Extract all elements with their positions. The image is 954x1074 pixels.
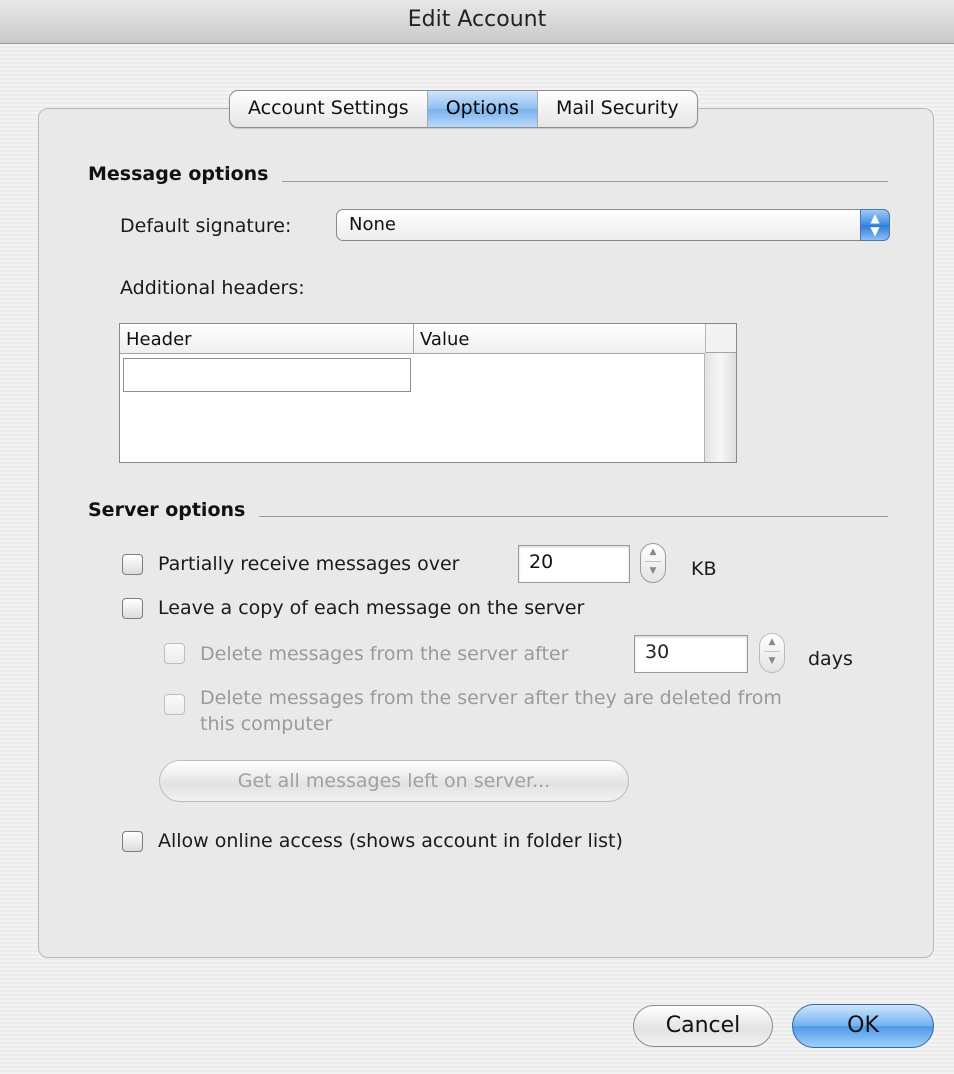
- tab-bar: Account Settings Options Mail Security: [229, 90, 698, 128]
- cancel-button[interactable]: Cancel: [633, 1005, 773, 1047]
- column-header-header[interactable]: Header: [126, 329, 192, 350]
- delete-when-deleted-label-line2: this computer: [200, 713, 333, 735]
- leave-copy-label: Leave a copy of each message on the serv…: [158, 597, 585, 619]
- delete-after-days-unit: days: [808, 648, 853, 670]
- ok-button[interactable]: OK: [792, 1004, 934, 1048]
- stepper-down-icon[interactable]: ▼: [641, 563, 665, 579]
- default-signature-value: None: [349, 214, 396, 235]
- window-title: Edit Account: [407, 7, 547, 32]
- default-signature-label: Default signature:: [120, 215, 292, 237]
- popup-arrows-icon: ▲ ▼: [860, 209, 890, 241]
- headers-table[interactable]: Header Value: [119, 323, 737, 463]
- partial-receive-size-input[interactable]: 20: [518, 545, 630, 583]
- server-options-heading: Server options: [88, 499, 260, 521]
- leave-copy-checkbox[interactable]: [122, 598, 143, 619]
- table-corner: [705, 324, 736, 353]
- partial-receive-unit: KB: [691, 558, 717, 580]
- get-all-messages-button[interactable]: Get all messages left on server...: [159, 760, 629, 802]
- partial-receive-label: Partially receive messages over: [158, 553, 460, 575]
- delete-when-deleted-label-line1: Delete messages from the server after th…: [200, 687, 782, 709]
- delete-after-days-label: Delete messages from the server after: [200, 643, 569, 665]
- tab-options[interactable]: Options: [427, 91, 538, 127]
- stepper-up-icon[interactable]: ▲: [641, 544, 665, 560]
- additional-headers-label: Additional headers:: [120, 277, 305, 299]
- delete-after-days-checkbox[interactable]: [164, 643, 185, 664]
- delete-after-days-input[interactable]: 30: [634, 635, 748, 673]
- table-vertical-scrollbar[interactable]: [704, 353, 736, 462]
- default-signature-select[interactable]: None ▲ ▼: [336, 209, 890, 241]
- message-options-heading: Message options: [88, 163, 283, 185]
- headers-table-header: Header Value: [120, 324, 706, 354]
- tab-mail-security[interactable]: Mail Security: [538, 91, 697, 127]
- stepper-up-icon[interactable]: ▲: [760, 634, 784, 650]
- online-access-label: Allow online access (shows account in fo…: [158, 830, 623, 852]
- window-title-bar: Edit Account: [0, 0, 954, 44]
- partial-receive-checkbox[interactable]: [122, 554, 143, 575]
- stepper-down-icon[interactable]: ▼: [760, 653, 784, 669]
- tab-account-settings[interactable]: Account Settings: [230, 91, 428, 127]
- column-divider: [413, 324, 414, 353]
- online-access-checkbox[interactable]: [122, 831, 143, 852]
- partial-receive-size-stepper[interactable]: ▲ ▼: [640, 543, 666, 583]
- delete-after-days-stepper[interactable]: ▲ ▼: [759, 633, 785, 673]
- delete-when-deleted-checkbox[interactable]: [164, 694, 185, 715]
- column-header-value[interactable]: Value: [420, 329, 469, 350]
- header-cell-editor[interactable]: [123, 358, 411, 392]
